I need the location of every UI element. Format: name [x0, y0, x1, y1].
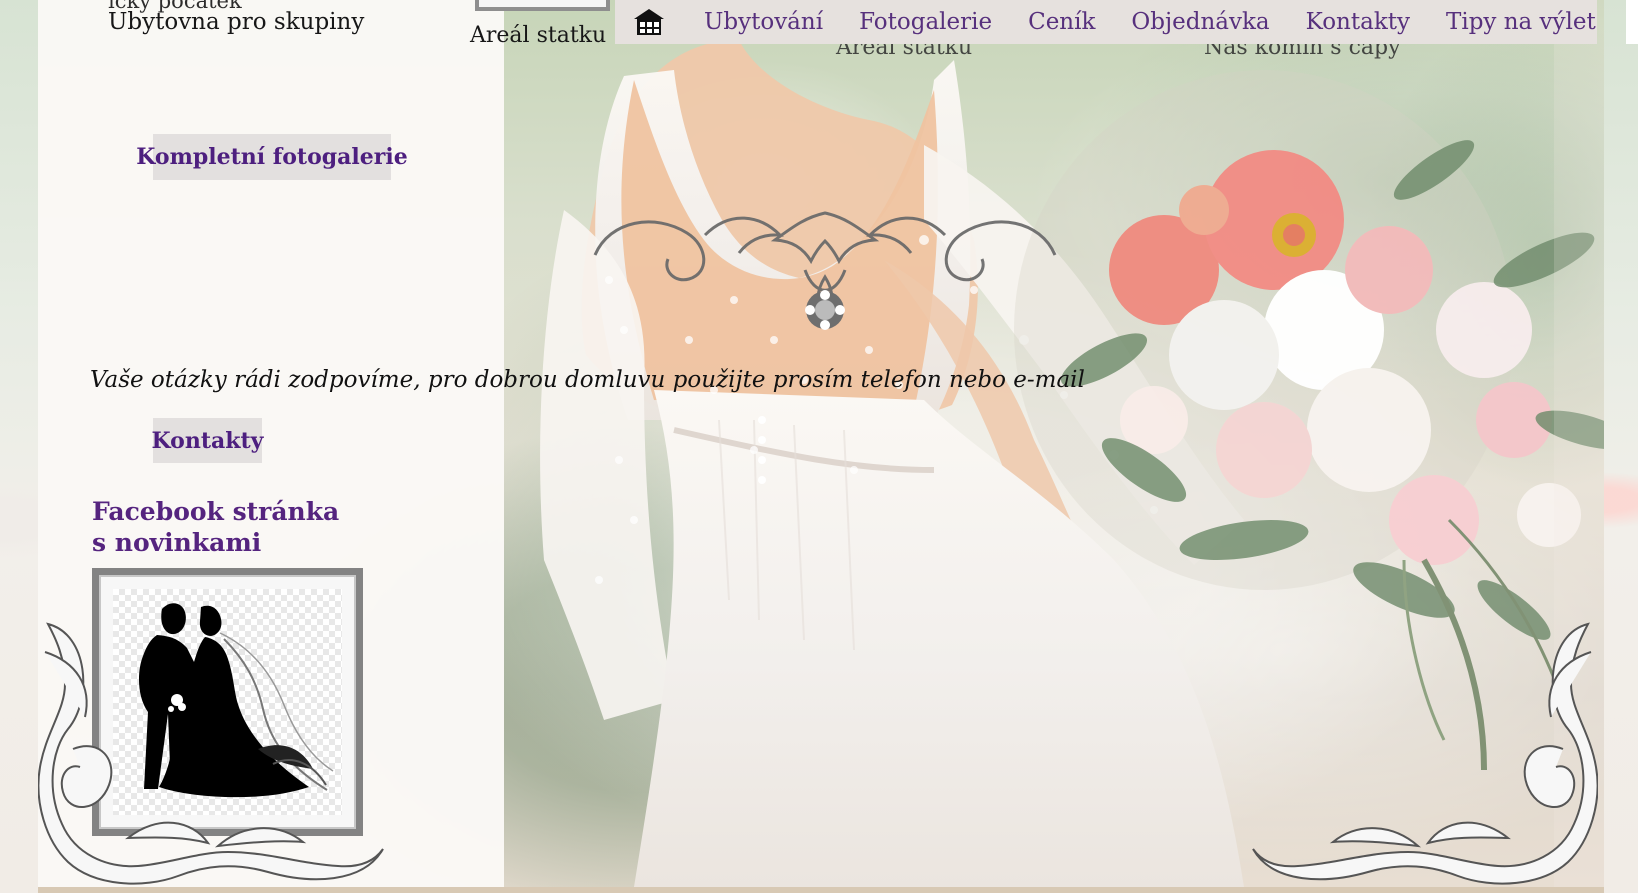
nav-photo-gallery[interactable]: Fotogalerie	[841, 0, 1010, 44]
house-icon	[634, 9, 664, 35]
accommodation-group-text: Ubytovna pro skupiny	[108, 9, 365, 35]
nav-order[interactable]: Objednávka	[1113, 0, 1287, 44]
nav-accommodation[interactable]: Ubytování	[686, 0, 841, 44]
nav-contacts[interactable]: Kontakty	[1288, 0, 1428, 44]
nav-weddings[interactable]: Svatby	[1625, 0, 1638, 44]
facebook-image-link[interactable]	[92, 568, 363, 836]
top-photo-frame-fragment	[475, 0, 610, 11]
facebook-title-line-1: Facebook stránka	[92, 497, 340, 526]
farm-area-caption-left: Areál statku	[470, 23, 607, 48]
home-button[interactable]	[632, 0, 666, 44]
bride-bouquet-background	[504, 0, 1604, 887]
facebook-page-title: Facebook stránka s novinkami	[92, 496, 339, 558]
nav-pricing[interactable]: Ceník	[1010, 0, 1113, 44]
complete-gallery-button[interactable]: Kompletní fotogalerie	[136, 134, 408, 180]
main-navigation: Ubytování Fotogalerie Ceník Objednávka K…	[615, 0, 1638, 44]
contact-question-text: Vaše otázky rádi zodpovíme, pro dobrou d…	[90, 367, 1085, 393]
wedding-couple-image-area	[113, 589, 342, 815]
wedding-page: ický počátek Ubytovna pro skupiny Areál …	[0, 0, 1638, 893]
facebook-title-line-2: s novinkami	[92, 528, 262, 557]
nav-trip-tips[interactable]: Tipy na výlet	[1428, 0, 1614, 44]
wedding-couple-silhouette-icon	[138, 603, 334, 798]
contacts-button[interactable]: Kontakty	[152, 418, 263, 463]
page-bottom-border	[38, 887, 1604, 893]
